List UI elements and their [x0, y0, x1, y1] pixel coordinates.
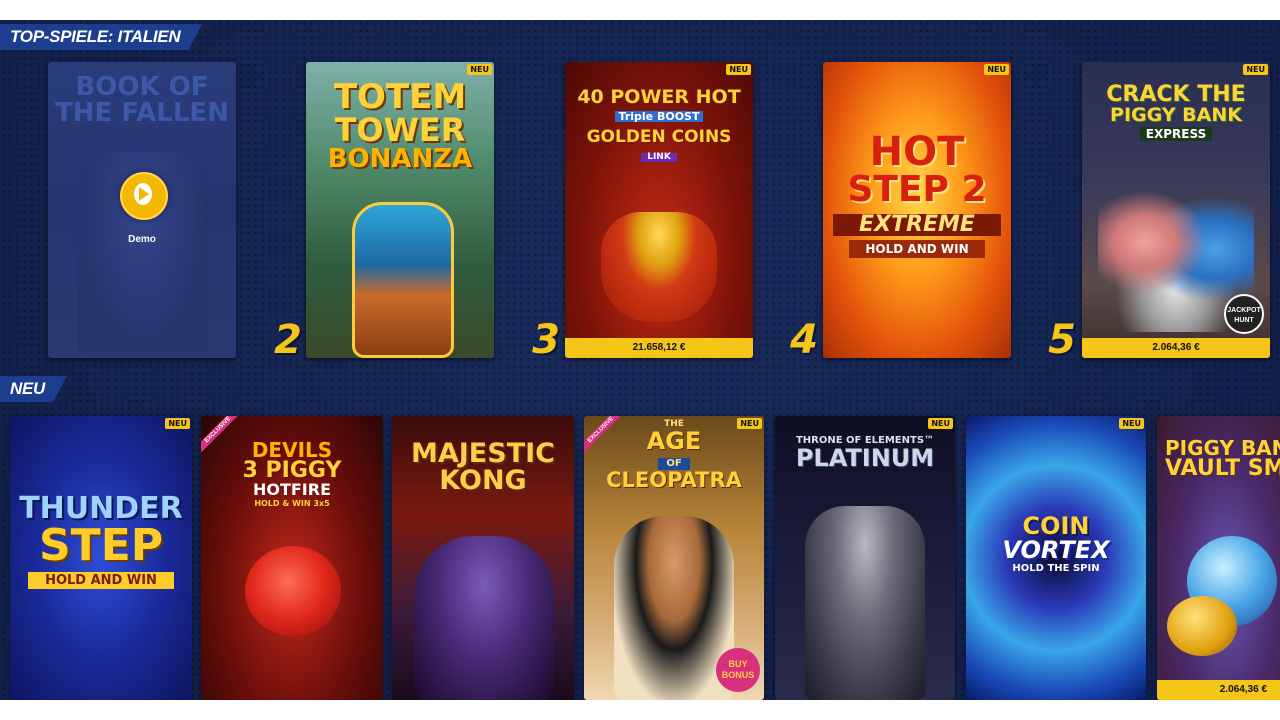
game-card-totem-tower-bonanza[interactable]: NEU TOTEM TOWER BONANZA — [306, 62, 494, 358]
game-card-coin-vortex[interactable]: NEU COIN VORTEX HOLD THE SPIN — [966, 416, 1146, 700]
game-title: PIGGY BANK VAULT SMA — [1165, 436, 1280, 481]
game-title: BOOK OF THE FALLEN — [55, 72, 229, 128]
gold-piggy-art — [1167, 596, 1237, 656]
game-title: THE AGE OF CLEOPATRA — [606, 419, 742, 492]
totem-mask-art — [352, 202, 454, 358]
game-title: MAJESTIC KONG — [411, 438, 555, 496]
new-badge: NEU — [984, 64, 1009, 75]
new-badge: NEU — [726, 64, 751, 75]
game-title: 40 POWER HOT Triple BOOST GOLDEN COINS L… — [577, 86, 741, 162]
piggy-art — [245, 546, 341, 636]
game-title: CRACK THE PIGGY BANK EXPRESS — [1106, 82, 1246, 141]
game-title: HOT STEP 2 EXTREME HOLD AND WIN — [823, 132, 1011, 258]
new-badge: NEU — [1243, 64, 1268, 75]
gorilla-art — [414, 536, 554, 700]
new-badge: NEU — [1119, 418, 1144, 429]
rank-number: 5 — [1048, 317, 1076, 363]
buy-bonus-badge: BUY BONUS — [716, 648, 760, 692]
game-card-devils-3-piggy-hotfire[interactable]: EXCLUSIVE DEVILS 3 PIGGY HOTFIRE HOLD & … — [201, 416, 383, 700]
jackpot-amount: 21.658,12 € — [565, 338, 753, 358]
game-title: TOTEM TOWER BONANZA — [327, 77, 473, 174]
section-title-new: NEU — [0, 376, 67, 402]
new-badge: NEU — [928, 418, 953, 429]
game-card-piggy-bank-vault-smash[interactable]: PIGGY BANK VAULT SMA 2.064,36 € — [1157, 416, 1280, 700]
jackpot-amount: 2.064,36 € — [1082, 338, 1270, 358]
game-title: THUNDER STEP HOLD AND WIN — [19, 491, 183, 589]
demo-label[interactable]: Demo — [48, 234, 236, 245]
game-lobby: TOP-SPIELE: ITALIEN BOOK OF THE FALLEN D… — [0, 20, 1280, 700]
game-card-thunder-step[interactable]: NEU THUNDER STEP HOLD AND WIN — [10, 416, 192, 700]
game-card-majestic-kong[interactable]: MAJESTIC KONG — [392, 416, 574, 700]
new-badge: NEU — [165, 418, 190, 429]
play-icon — [139, 187, 149, 201]
game-card-book-of-the-fallen[interactable]: BOOK OF THE FALLEN Demo — [48, 62, 236, 358]
game-title: THRONE OF ELEMENTS™ PLATINUM — [795, 435, 935, 472]
game-title: COIN VORTEX HOLD THE SPIN — [1002, 512, 1110, 574]
rank-number: 4 — [790, 317, 818, 363]
game-card-crack-the-piggy-bank-express[interactable]: NEU CRACK THE PIGGY BANK EXPRESS JACKPOT… — [1082, 62, 1270, 358]
rank-number: 2 — [274, 317, 302, 363]
jackpot-hunt-logo: JACKPOT HUNT — [1224, 294, 1264, 334]
new-badge: NEU — [467, 64, 492, 75]
game-card-40-power-hot[interactable]: NEU 40 POWER HOT Triple BOOST GOLDEN COI… — [565, 62, 753, 358]
section-title-top-games: TOP-SPIELE: ITALIEN — [0, 24, 202, 50]
game-title: DEVILS 3 PIGGY HOTFIRE HOLD & WIN 3x5 — [242, 438, 342, 508]
gold-pot-art — [601, 212, 717, 322]
game-card-hot-step-2-extreme[interactable]: NEU HOT STEP 2 EXTREME HOLD AND WIN — [823, 62, 1011, 358]
knight-art — [805, 506, 925, 700]
rank-number: 3 — [532, 317, 560, 363]
jackpot-amount: 2.064,36 € — [1157, 680, 1280, 700]
game-card-age-of-cleopatra[interactable]: EXCLUSIVE NEU THE AGE OF CLEOPATRA BUY B… — [584, 416, 764, 700]
game-card-throne-of-elements-platinum[interactable]: NEU THRONE OF ELEMENTS™ PLATINUM — [775, 416, 955, 700]
